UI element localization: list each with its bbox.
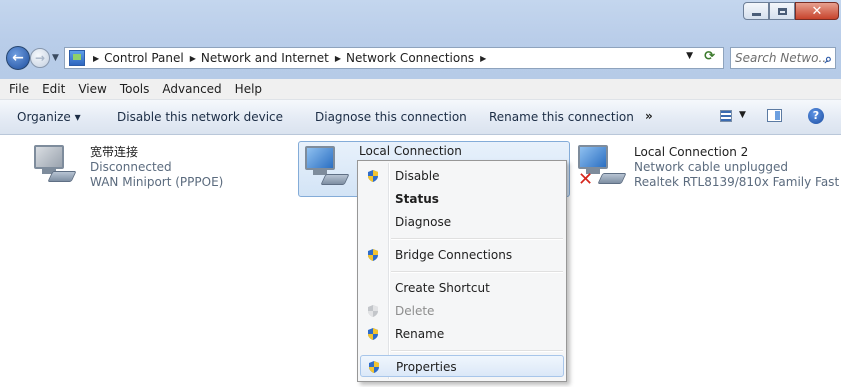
recent-pages-button[interactable]: ▼	[52, 53, 59, 63]
menu-view[interactable]: View	[78, 82, 106, 96]
context-menu-rename[interactable]: Rename	[360, 323, 564, 345]
menu-edit[interactable]: Edit	[42, 82, 65, 96]
context-menu-label: Delete	[395, 304, 435, 318]
connection-item-broadband[interactable]: 宽带连接 Disconnected WAN Miniport (PPPOE)	[34, 145, 294, 195]
maximize-button[interactable]	[769, 2, 795, 20]
command-bar: Organize ▾ Disable this network device D…	[0, 100, 841, 135]
search-icon[interactable]: ⌕	[825, 50, 832, 68]
breadcrumb-separator-icon[interactable]: ▶	[93, 54, 99, 63]
address-bar[interactable]: ▶ Control Panel ▶ Network and Internet ▶…	[64, 47, 724, 69]
menu-tools[interactable]: Tools	[120, 82, 150, 96]
context-menu-delete[interactable]: Delete	[360, 300, 564, 322]
context-menu-label: Disable	[395, 169, 440, 183]
uac-shield-icon	[368, 249, 378, 261]
change-view-icon[interactable]	[720, 110, 732, 122]
connection-item-local-connection-2[interactable]: ✕ Local Connection 2 Network cable unplu…	[578, 145, 841, 195]
address-dropdown-button[interactable]: ▼	[686, 51, 693, 61]
more-commands-button[interactable]: »	[645, 109, 653, 123]
breadcrumb-separator-icon[interactable]: ▶	[190, 54, 196, 63]
menu-separator	[391, 271, 563, 273]
context-menu-label: Bridge Connections	[395, 248, 513, 262]
context-menu-label: Diagnose	[395, 215, 452, 229]
context-menu-status[interactable]: Status	[360, 188, 564, 210]
menu-help[interactable]: Help	[235, 82, 262, 96]
help-icon[interactable]: ?	[808, 108, 824, 124]
arrow-right-icon: →	[34, 51, 46, 65]
chevron-down-icon[interactable]: ▼	[739, 110, 746, 120]
connection-status: Disconnected	[90, 160, 172, 174]
uac-shield-icon	[369, 361, 379, 373]
forward-button[interactable]: →	[30, 48, 50, 68]
context-menu-properties[interactable]: Properties	[360, 355, 564, 377]
disable-device-button[interactable]: Disable this network device	[117, 110, 283, 124]
context-menu-diagnose[interactable]: Diagnose	[360, 211, 564, 233]
back-button[interactable]: ←	[6, 46, 30, 70]
context-menu-label: Rename	[395, 327, 445, 341]
diagnose-connection-button[interactable]: Diagnose this connection	[315, 110, 467, 124]
organize-button[interactable]: Organize ▾	[17, 110, 81, 124]
menu-advanced[interactable]: Advanced	[162, 82, 221, 96]
maximize-icon	[777, 7, 787, 15]
menu-file[interactable]: File	[9, 82, 29, 96]
rename-connection-button[interactable]: Rename this connection	[489, 110, 634, 124]
minimize-button[interactable]	[743, 2, 769, 20]
breadcrumb-control-panel[interactable]: Control Panel	[104, 51, 184, 65]
uac-shield-icon	[368, 305, 378, 317]
breadcrumb-network-and-internet[interactable]: Network and Internet	[201, 51, 329, 65]
breadcrumb-separator-icon[interactable]: ▶	[335, 54, 341, 63]
context-menu-bridge-connections[interactable]: Bridge Connections	[360, 244, 564, 266]
navigation-row: ← → ▼ ▶ Control Panel ▶ Network and Inte…	[0, 44, 841, 72]
context-menu-label: Status	[395, 192, 439, 206]
context-menu-disable[interactable]: Disable	[360, 165, 564, 187]
connection-name: Local Connection	[359, 144, 462, 158]
arrow-left-icon: ←	[12, 50, 24, 66]
connection-name: Local Connection 2	[634, 145, 749, 159]
connection-device: WAN Miniport (PPPOE)	[90, 175, 224, 189]
preview-pane-icon[interactable]	[767, 109, 782, 122]
menu-separator	[391, 238, 563, 240]
search-input[interactable]: Search Netwo... ⌕	[730, 47, 836, 69]
control-panel-icon	[69, 50, 85, 66]
disconnected-x-icon: ✕	[578, 169, 594, 190]
uac-shield-icon	[368, 328, 378, 340]
uac-shield-icon	[368, 170, 378, 182]
context-menu-create-shortcut[interactable]: Create Shortcut	[360, 277, 564, 299]
minimize-icon	[751, 12, 761, 16]
menu-bar: File Edit View Tools Advanced Help	[0, 79, 841, 100]
connection-name: 宽带连接	[90, 145, 139, 159]
context-menu-label: Properties	[396, 360, 457, 374]
connection-status: Network cable unplugged	[634, 160, 789, 174]
connection-device: Realtek RTL8139/810x Family Fast ...	[634, 175, 841, 189]
refresh-icon[interactable]: ⟳	[704, 49, 715, 64]
breadcrumb-network-connections[interactable]: Network Connections	[346, 51, 474, 65]
close-icon: ✕	[811, 3, 823, 19]
menu-separator	[391, 350, 563, 352]
caption-buttons: ✕	[743, 2, 839, 20]
search-placeholder: Search Netwo...	[735, 51, 830, 65]
context-menu-label: Create Shortcut	[395, 281, 490, 295]
breadcrumb-separator-icon[interactable]: ▶	[480, 54, 486, 63]
close-button[interactable]: ✕	[795, 2, 839, 20]
context-menu: Disable Status Diagnose Bridge Connectio…	[357, 160, 567, 382]
